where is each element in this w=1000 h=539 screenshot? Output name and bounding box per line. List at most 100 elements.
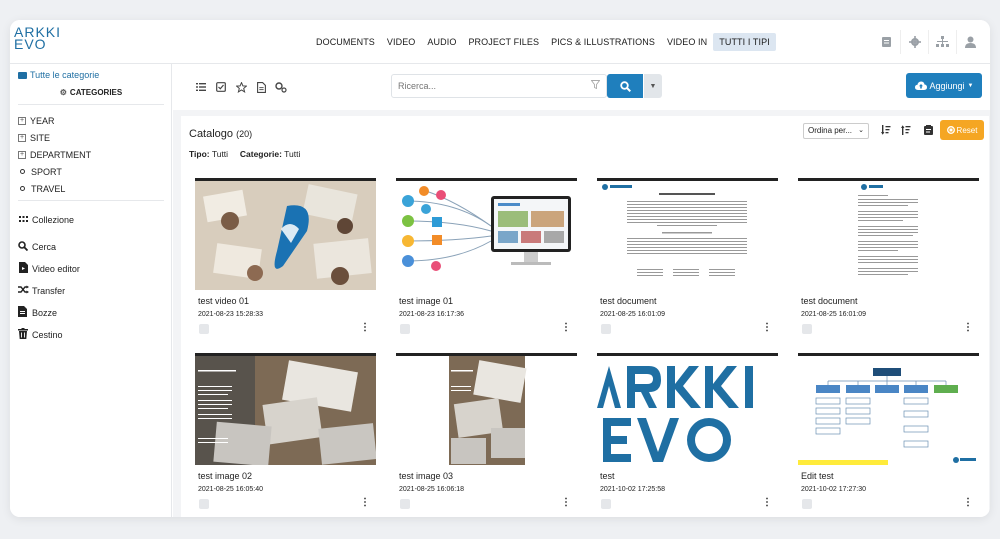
- more-options-icon[interactable]: ⋮: [360, 498, 370, 508]
- select-checkbox[interactable]: [601, 499, 611, 509]
- list-icon[interactable]: [193, 79, 209, 95]
- cloud-upload-icon: [914, 81, 927, 90]
- thumbnail-illustration-monitor[interactable]: [396, 178, 577, 290]
- catalog-title-text: Catalogo: [189, 128, 234, 140]
- tree-item-sport[interactable]: SPORT: [18, 163, 91, 180]
- asset-card[interactable]: test video 01 2021-08-23 15:28:33 ⋮: [195, 178, 376, 340]
- select-checkbox[interactable]: [199, 324, 209, 334]
- expand-icon[interactable]: +: [18, 116, 26, 125]
- nav-documents[interactable]: DOCUMENTS: [310, 33, 381, 51]
- asset-card[interactable]: test image 03 2021-08-25 16:06:18 ⋮: [396, 353, 577, 513]
- asset-card[interactable]: test document 2021-08-25 16:01:09 ⋮: [597, 178, 778, 340]
- sidebar-item-trash[interactable]: Cestino: [18, 324, 80, 346]
- more-options-icon[interactable]: ⋮: [762, 498, 772, 508]
- sort-select[interactable]: Ordina per... ⌄: [803, 123, 869, 139]
- user-icon[interactable]: [956, 30, 984, 54]
- type-filter-value: Tutti: [211, 149, 229, 159]
- thumbnail-photo-laptops-narrow[interactable]: [396, 353, 577, 465]
- app-logo[interactable]: ARKKI EVO: [14, 25, 70, 58]
- reset-button[interactable]: Reset: [940, 120, 984, 140]
- asset-title: test document: [801, 296, 858, 306]
- caret-down-icon: ▼: [967, 82, 974, 89]
- more-options-icon[interactable]: ⋮: [762, 323, 772, 333]
- view-icon-group: [193, 79, 289, 95]
- sort-ascending-icon[interactable]: [881, 125, 891, 138]
- asset-card[interactable]: test image 02 2021-08-25 16:05:40 ⋮: [195, 353, 376, 513]
- thumbnail-photo-laptops[interactable]: [195, 353, 376, 465]
- asset-card[interactable]: test document 2021-08-25 16:01:09 ⋮: [798, 178, 979, 340]
- category-filter-label: Categorie:: [239, 149, 282, 159]
- asset-title: test image 02: [198, 471, 253, 481]
- select-checkbox[interactable]: [802, 324, 812, 334]
- all-categories-link[interactable]: Tutte le categorie: [18, 70, 99, 80]
- sidebar-item-search[interactable]: Cerca: [18, 236, 80, 258]
- asset-title: Edit test: [801, 471, 834, 481]
- bullet-icon: [20, 169, 25, 174]
- more-options-icon[interactable]: ⋮: [561, 323, 571, 333]
- expand-icon[interactable]: +: [18, 150, 26, 159]
- thumbnail-photo-desk[interactable]: [195, 178, 376, 290]
- tree-item-travel[interactable]: TRAVEL: [18, 180, 91, 197]
- drafts-icon: [18, 306, 28, 320]
- tree-item-site[interactable]: + SITE: [18, 129, 91, 146]
- reset-icon: [946, 126, 955, 134]
- more-options-icon[interactable]: ⋮: [561, 498, 571, 508]
- more-options-icon[interactable]: ⋮: [963, 498, 973, 508]
- thumbnail-org-chart[interactable]: [798, 353, 979, 465]
- gear-icon[interactable]: [900, 30, 928, 54]
- logo-bottom-text: EVO: [14, 36, 47, 52]
- video-file-icon: [18, 262, 28, 276]
- nav-audio[interactable]: AUDIO: [421, 33, 462, 51]
- tree-item-department[interactable]: + DEPARTMENT: [18, 146, 91, 163]
- asset-title: test: [600, 471, 615, 481]
- sidebar-item-drafts[interactable]: Bozze: [18, 302, 80, 324]
- sitemap-icon[interactable]: [928, 30, 956, 54]
- toolbar: ▼ Aggiungi ▼: [173, 64, 990, 110]
- select-checkbox[interactable]: [802, 499, 812, 509]
- asset-card[interactable]: test 2021-10-02 17:25:58 ⋮: [597, 353, 778, 513]
- expand-icon[interactable]: +: [18, 133, 26, 142]
- sidebar-item-transfer[interactable]: Transfer: [18, 280, 80, 302]
- sort-select-value: Ordina per...: [808, 126, 853, 135]
- sidebar-item-label: Collezione: [32, 215, 75, 225]
- thumbnail-document-page-2[interactable]: [798, 178, 979, 290]
- select-checkbox[interactable]: [400, 324, 410, 334]
- sidebar-item-collection[interactable]: Collezione: [18, 210, 80, 230]
- search-options-dropdown[interactable]: ▼: [644, 74, 662, 98]
- select-checkbox[interactable]: [400, 499, 410, 509]
- more-options-icon[interactable]: ⋮: [963, 323, 973, 333]
- thumbnail-logo-large[interactable]: [597, 353, 778, 465]
- search-button[interactable]: [607, 74, 643, 98]
- tree-item-year[interactable]: + YEAR: [18, 112, 91, 129]
- search-input[interactable]: [398, 81, 578, 91]
- reset-button-label: Reset: [956, 125, 978, 135]
- type-filter-label: Tipo:: [189, 149, 210, 159]
- asset-card[interactable]: Edit test 2021-10-02 17:27:30 ⋮: [798, 353, 979, 513]
- filter-icon[interactable]: [590, 80, 601, 92]
- clipboard-icon[interactable]: [872, 30, 900, 54]
- nav-project-files[interactable]: PROJECT FILES: [462, 33, 545, 51]
- document-icon[interactable]: [253, 79, 269, 95]
- sidebar-item-video-editor[interactable]: Video editor: [18, 258, 80, 280]
- select-checkbox[interactable]: [199, 499, 209, 509]
- asset-date: 2021-08-25 16:01:09: [801, 311, 866, 318]
- nav-video[interactable]: VIDEO: [381, 33, 422, 51]
- app-window: ARKKI EVO DOCUMENTS VIDEO AUDIO PROJECT …: [10, 20, 990, 517]
- asset-card[interactable]: test image 01 2021-08-23 16:17:36 ⋮: [396, 178, 577, 340]
- active-filters: Tipo: Tutti Categorie: Tutti: [189, 149, 300, 159]
- asset-date: 2021-08-23 16:17:36: [399, 311, 464, 318]
- star-icon[interactable]: [233, 79, 249, 95]
- more-options-icon[interactable]: ⋮: [360, 323, 370, 333]
- clipboard-list-icon[interactable]: [924, 125, 933, 138]
- add-button[interactable]: Aggiungi ▼: [906, 73, 982, 98]
- nav-video-in[interactable]: VIDEO IN: [661, 33, 713, 51]
- nav-all-types[interactable]: TUTTI I TIPI: [713, 33, 776, 51]
- checkbox-icon[interactable]: [213, 79, 229, 95]
- select-checkbox[interactable]: [601, 324, 611, 334]
- thumbnail-document-page[interactable]: [597, 178, 778, 290]
- category-tree: + YEAR + SITE + DEPARTMENT SPORT TRAVEL: [18, 112, 91, 197]
- chevron-down-icon: ⌄: [858, 127, 864, 134]
- nav-pics-illustrations[interactable]: PICS & ILLUSTRATIONS: [545, 33, 661, 51]
- sort-descending-icon[interactable]: [901, 125, 911, 138]
- settings-icon[interactable]: [273, 79, 289, 95]
